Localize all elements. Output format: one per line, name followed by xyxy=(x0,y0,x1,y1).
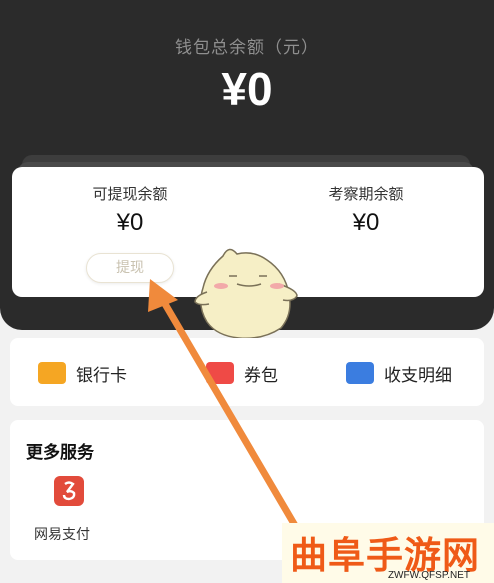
site-watermark: 曲阜手游网 ZWFW.QFSP.NET xyxy=(282,523,494,583)
wallet-total-amount: ¥0 xyxy=(221,63,273,115)
transaction-details-label: 收支明细 xyxy=(384,365,452,386)
netease-pay-icon[interactable] xyxy=(54,476,84,506)
transaction-details-icon xyxy=(346,362,374,384)
probation-balance-label: 考察期余额 xyxy=(328,185,404,203)
bank-card-entry[interactable]: 银行卡 xyxy=(38,360,127,386)
withdrawable-balance-amount: ¥0 xyxy=(116,209,144,236)
bank-card-label: 银行卡 xyxy=(76,365,127,386)
wallet-total-label: 钱包总余额（元） xyxy=(175,38,319,58)
coupon-entry[interactable]: 券包 xyxy=(206,360,278,386)
netease-pay-label[interactable]: 网易支付 xyxy=(34,524,90,544)
withdrawable-balance-label: 可提现余额 xyxy=(92,185,168,203)
mascot-character xyxy=(194,248,298,340)
quick-actions-bar: 银行卡 券包 收支明细 xyxy=(10,338,484,406)
more-services-title: 更多服务 xyxy=(26,443,94,463)
watermark-url: ZWFW.QFSP.NET xyxy=(387,570,470,581)
coupon-icon xyxy=(206,362,234,384)
transaction-details-entry[interactable]: 收支明细 xyxy=(346,360,452,386)
bank-card-icon xyxy=(38,362,66,384)
coupon-label: 券包 xyxy=(244,365,278,386)
withdraw-button[interactable]: 提现 xyxy=(86,253,174,283)
probation-balance-amount: ¥0 xyxy=(352,209,380,236)
